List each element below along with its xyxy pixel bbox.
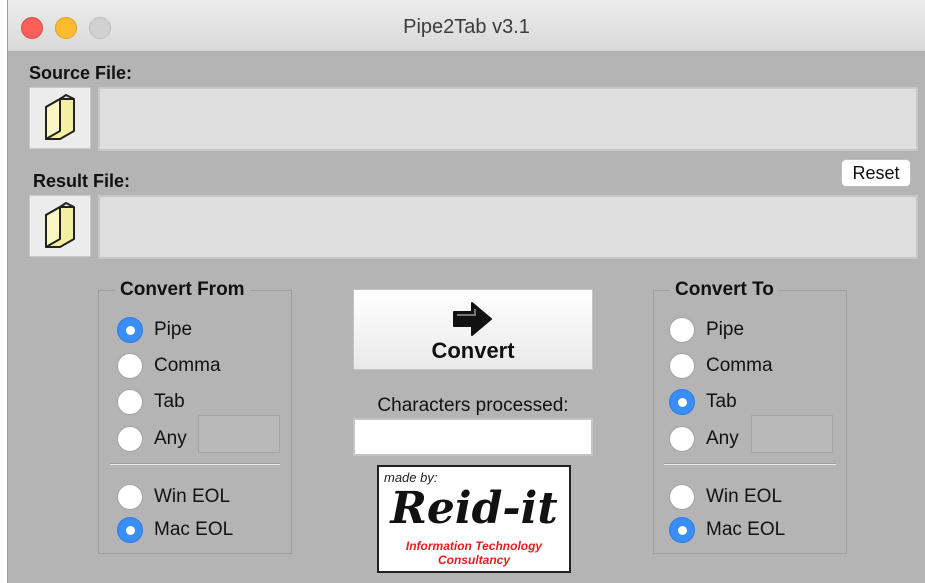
radio-button-icon[interactable] [117,353,143,379]
divider [664,463,836,465]
from-option-any[interactable]: Any [117,424,187,454]
to-eol-win[interactable]: Win EOL [669,482,782,512]
convert-from-title: Convert From [115,279,250,301]
to-option-label: Comma [706,355,773,376]
radio-button-icon[interactable] [669,317,695,343]
to-eol-label: Mac EOL [706,519,786,540]
from-eol-win[interactable]: Win EOL [117,482,230,512]
source-file-path-field[interactable] [98,87,918,151]
convert-to-title: Convert To [670,279,779,301]
logo-name-text: Reid-it [390,483,558,534]
radio-button-icon[interactable] [669,426,695,452]
to-any-char-field[interactable] [751,415,833,453]
result-file-label: Result File: [33,171,131,191]
to-eol-label: Win EOL [706,486,783,507]
reid-it-logo: made by: Reid-it Information Technology … [377,465,571,573]
from-option-pipe[interactable]: Pipe [117,315,192,345]
radio-button-icon[interactable] [117,426,143,452]
to-option-tab[interactable]: Tab [669,387,737,417]
radio-button-icon[interactable] [117,317,143,343]
to-eol-mac[interactable]: Mac EOL [669,515,785,545]
source-file-label: Source File: [29,63,133,83]
characters-processed-field [353,418,593,456]
folder-icon [45,202,75,248]
from-option-comma[interactable]: Comma [117,351,221,381]
radio-button-icon[interactable] [117,484,143,510]
app-window: Pipe2Tab v3.1 Source File: Result File: … [7,0,925,583]
window-title: Pipe2Tab v3.1 [403,16,530,38]
radio-button-icon[interactable] [669,389,695,415]
from-option-label: Pipe [154,319,193,340]
from-eol-label: Win EOL [154,486,231,507]
radio-button-icon[interactable] [117,389,143,415]
from-any-char-field[interactable] [198,415,280,453]
from-option-label: Tab [154,391,185,412]
radio-button-icon[interactable] [669,353,695,379]
from-eol-mac[interactable]: Mac EOL [117,515,233,545]
to-option-pipe[interactable]: Pipe [669,315,744,345]
logo-subtitle-line2: Consultancy [437,553,510,567]
to-option-any[interactable]: Any [669,424,739,454]
convert-button[interactable]: Convert [353,289,593,370]
result-file-path-field[interactable] [98,195,918,259]
to-option-comma[interactable]: Comma [669,351,773,381]
radio-button-icon[interactable] [669,484,695,510]
from-eol-label: Mac EOL [154,519,234,540]
characters-processed-label: Characters processed: [377,395,569,416]
to-option-label: Tab [706,391,737,412]
from-option-label: Comma [154,355,221,376]
to-option-label: Pipe [706,319,745,340]
source-browse-button[interactable] [29,87,91,149]
from-option-tab[interactable]: Tab [117,387,185,417]
right-arrow-icon [453,302,492,336]
title-bar: Pipe2Tab v3.1 [8,0,925,52]
from-option-label: Any [154,428,187,449]
convert-label: Convert [431,338,515,363]
radio-button-icon[interactable] [669,517,695,543]
result-browse-button[interactable] [29,195,91,257]
divider [110,463,280,465]
radio-button-icon[interactable] [117,517,143,543]
reset-button[interactable]: Reset [841,159,911,187]
folder-icon [45,94,75,140]
logo-subtitle-line1: Information Technology [405,539,543,553]
to-option-label: Any [706,428,739,449]
